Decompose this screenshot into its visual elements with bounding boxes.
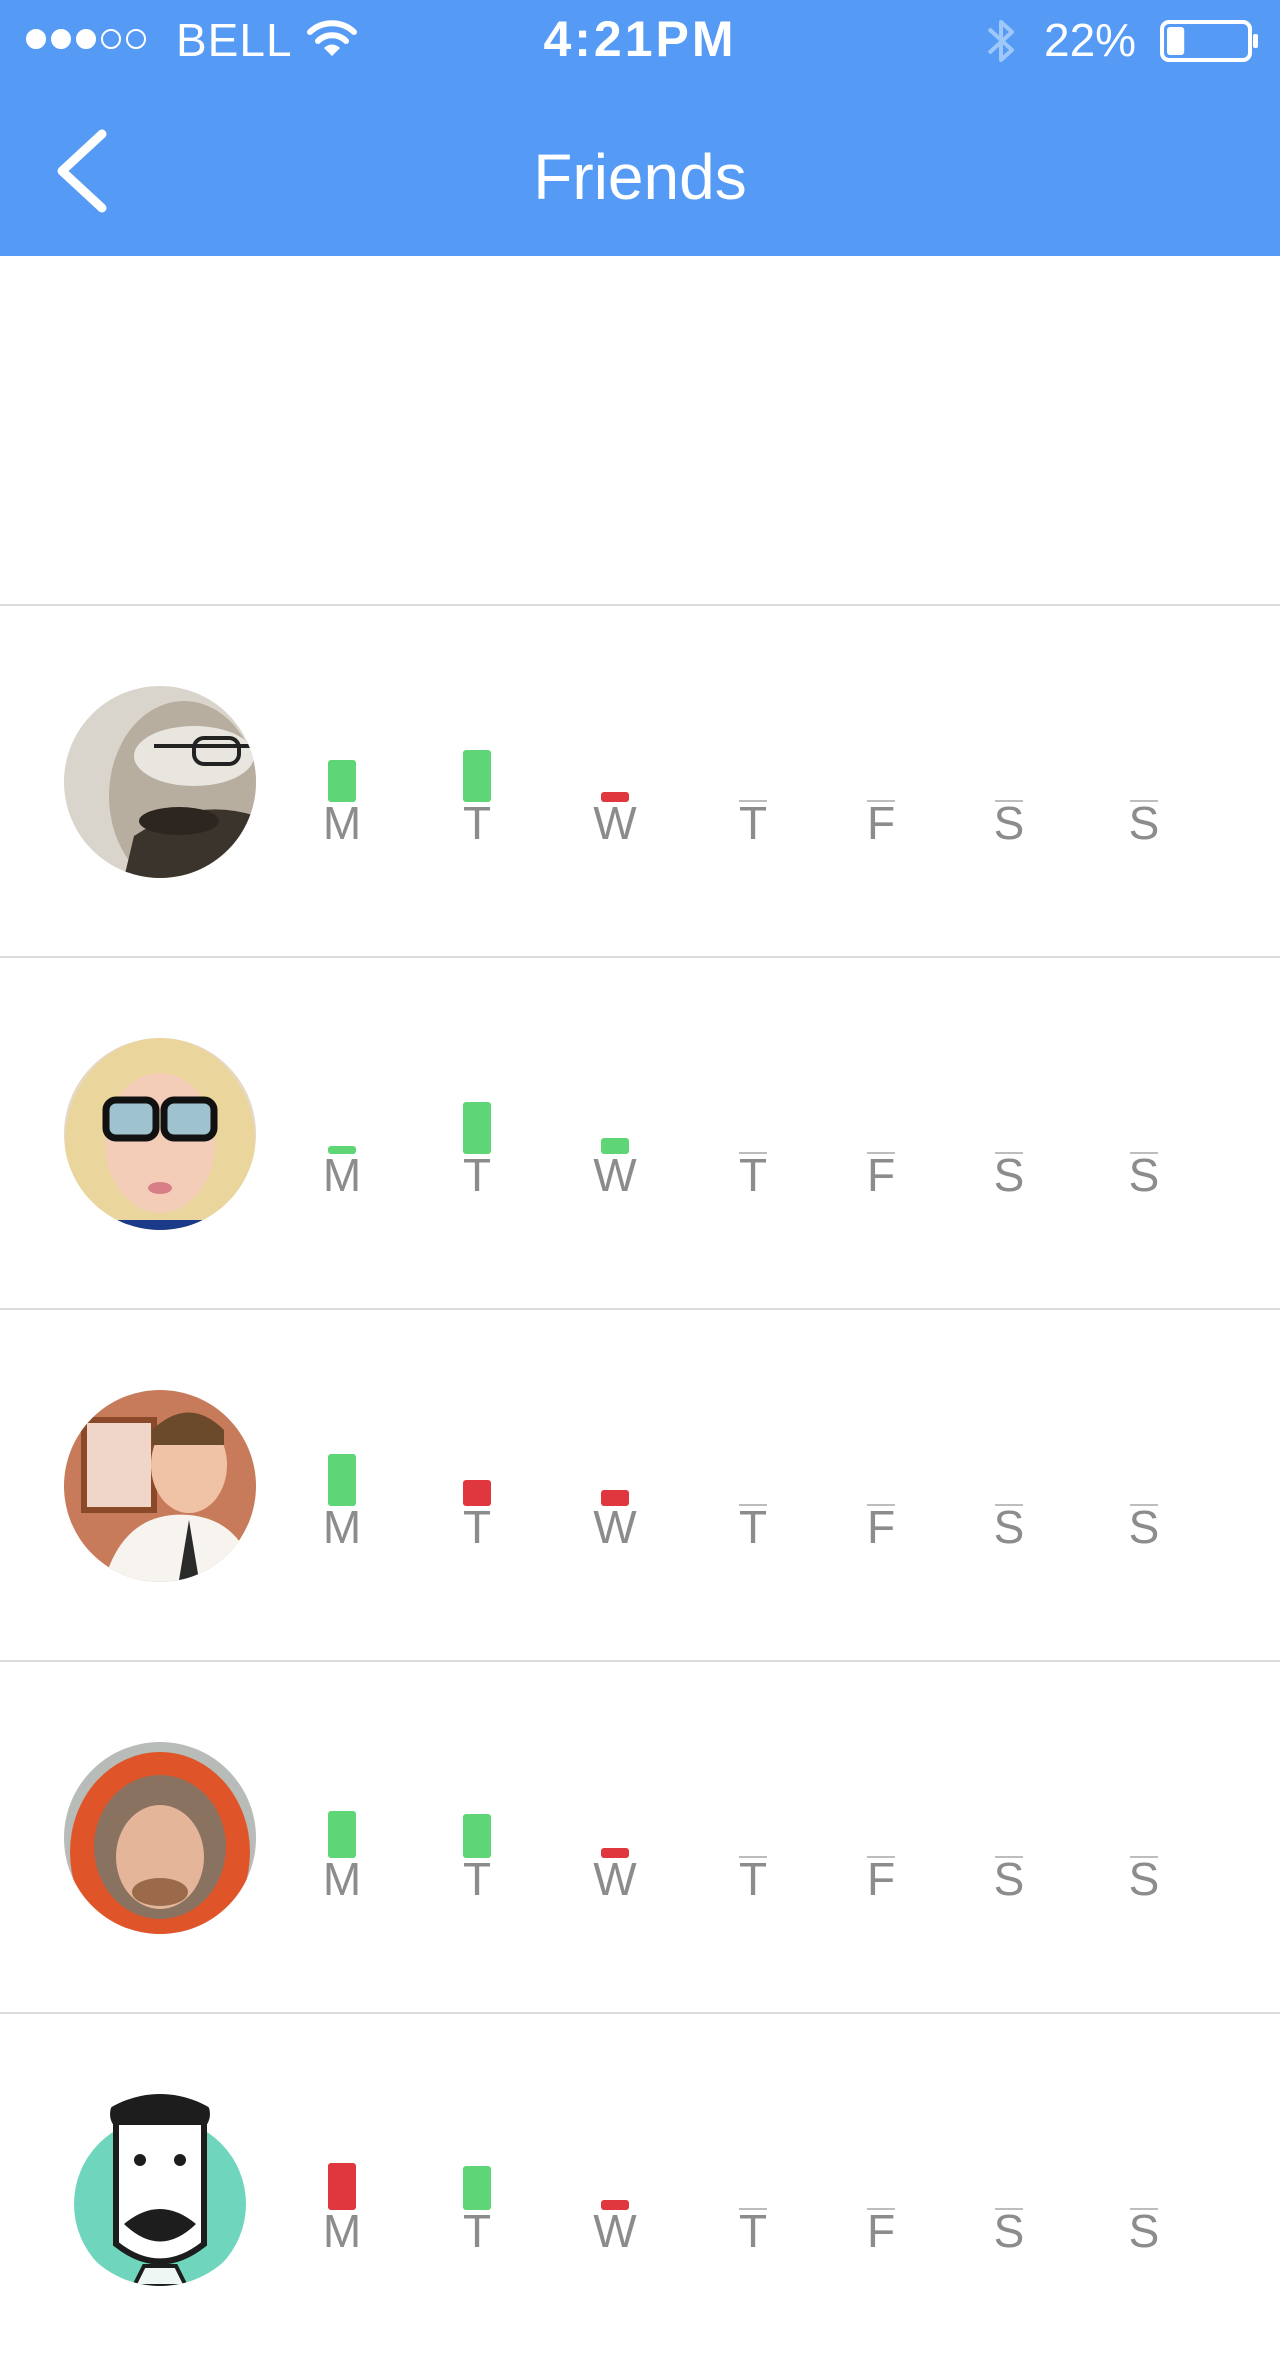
day-label: T (738, 797, 768, 849)
day-column: W (585, 606, 645, 958)
battery-percent: 22% (1044, 14, 1137, 66)
day-column: F (851, 2014, 911, 2366)
day-column: T (723, 1310, 783, 1662)
day-label: T (462, 1853, 492, 1905)
friend-row[interactable]: MTWTFSS (0, 1308, 1280, 1660)
day-column: F (851, 606, 911, 958)
bearded-man-glasses-photo[interactable] (64, 686, 256, 878)
activity-bar-bad (328, 2163, 356, 2210)
day-label: S (993, 1501, 1025, 1553)
day-label: S (1128, 1501, 1160, 1553)
friend-row[interactable]: MTWTFSS (0, 956, 1280, 1308)
day-label: T (462, 2205, 492, 2257)
day-label: S (993, 2205, 1025, 2257)
day-label: M (322, 2205, 362, 2257)
day-column: S (1114, 1662, 1174, 2014)
day-column: F (851, 1662, 911, 2014)
day-label: S (993, 1853, 1025, 1905)
day-column: T (447, 1662, 507, 2014)
blonde-woman-glasses-photo[interactable] (64, 1038, 256, 1230)
day-column: T (723, 606, 783, 958)
status-bar: BELL 4:21PM 22% (0, 0, 1280, 80)
day-column: M (312, 1310, 372, 1662)
day-column: M (312, 2014, 372, 2366)
day-column: T (723, 2014, 783, 2366)
day-column: W (585, 1662, 645, 2014)
day-label: S (1128, 797, 1160, 849)
day-column: T (447, 606, 507, 958)
day-column: S (1114, 2014, 1174, 2366)
friend-row[interactable]: MTWTFSS (0, 604, 1280, 956)
day-column: T (723, 1662, 783, 2014)
day-label: T (738, 2205, 768, 2257)
day-label: F (866, 797, 896, 849)
day-column: W (585, 1310, 645, 1662)
day-column: S (979, 606, 1039, 958)
day-label: T (738, 1149, 768, 1201)
day-column: M (312, 958, 372, 1310)
cartoon-mustache-man-avatar[interactable] (64, 2094, 256, 2286)
battery-icon (1160, 20, 1260, 69)
day-label: W (593, 1501, 637, 1553)
day-column: S (1114, 1310, 1174, 1662)
activity-bar-good (328, 1811, 356, 1858)
day-label: M (322, 797, 362, 849)
friend-row[interactable]: MTWTFSS (0, 2012, 1280, 2364)
day-label: W (593, 2205, 637, 2257)
day-label: F (866, 1149, 896, 1201)
day-column: M (312, 1662, 372, 2014)
day-label: F (866, 2205, 896, 2257)
day-label: M (322, 1501, 362, 1553)
day-label: W (593, 1149, 637, 1201)
day-label: S (993, 797, 1025, 849)
day-label: T (462, 797, 492, 849)
day-column: F (851, 958, 911, 1310)
day-column: S (979, 2014, 1039, 2366)
day-label: M (322, 1853, 362, 1905)
activity-bar-good (463, 1102, 491, 1154)
day-label: S (1128, 1853, 1160, 1905)
day-label: T (738, 1501, 768, 1553)
day-label: S (1128, 2205, 1160, 2257)
day-column: T (447, 1310, 507, 1662)
friend-row[interactable]: MTWTFSS (0, 1660, 1280, 2012)
activity-bar-good (463, 750, 491, 802)
day-column: S (979, 1662, 1039, 2014)
day-label: S (993, 1149, 1025, 1201)
day-column: S (979, 1310, 1039, 1662)
day-column: W (585, 2014, 645, 2366)
day-label: F (866, 1501, 896, 1553)
day-column: T (447, 958, 507, 1310)
day-label: S (1128, 1149, 1160, 1201)
day-column: T (723, 958, 783, 1310)
day-column: W (585, 958, 645, 1310)
bluetooth-icon (984, 14, 1018, 73)
day-label: M (322, 1149, 362, 1201)
activity-bar-good (328, 1454, 356, 1506)
day-label: W (593, 797, 637, 849)
app-header: BELL 4:21PM 22% Friends (0, 0, 1280, 256)
day-label: T (738, 1853, 768, 1905)
day-label: F (866, 1853, 896, 1905)
man-with-tie-photo[interactable] (64, 1390, 256, 1582)
day-label: W (593, 1853, 637, 1905)
day-column: T (447, 2014, 507, 2366)
day-column: F (851, 1310, 911, 1662)
day-label: T (462, 1501, 492, 1553)
day-column: M (312, 606, 372, 958)
day-column: S (1114, 606, 1174, 958)
page-title: Friends (533, 141, 747, 213)
day-column: S (1114, 958, 1174, 1310)
day-column: S (979, 958, 1039, 1310)
day-label: T (462, 1149, 492, 1201)
man-orange-hood-photo[interactable] (64, 1742, 256, 1934)
